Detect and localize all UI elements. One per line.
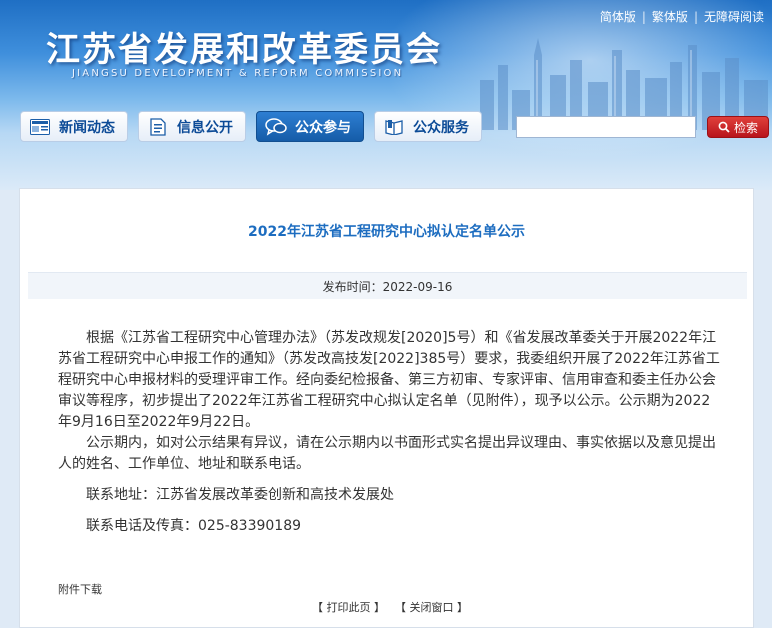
article-body: 根据《江苏省工程研究中心管理办法》（苏发改规发[2020]5号）和《省发展改革委… (58, 328, 722, 537)
traditional-chinese-link[interactable]: 繁体版 (652, 8, 688, 25)
publish-time: 发布时间：2022-09-16 (322, 279, 453, 294)
nav-item-label: 信息公开 (177, 119, 233, 136)
search-button-label: 检索 (733, 120, 758, 135)
divider: | (693, 9, 698, 24)
city-skyline-image (480, 38, 768, 130)
header-banner: 江苏省发展和改革委员会 JIANGSU DEVELOPMENT & REFORM… (0, 0, 772, 190)
site-title: 江苏省发展和改革委员会 (46, 30, 442, 70)
contact-address: 联系地址：江苏省发展改革委创新和高技术发展处 (86, 487, 394, 503)
nav-item-label: 新闻动态 (59, 119, 115, 136)
close-window-link[interactable]: 【 关闭窗口 】 (395, 599, 468, 615)
nav-item-public-service[interactable]: 公众服务 (374, 111, 482, 142)
nav-item-label: 公众参与 (295, 119, 351, 136)
simplified-chinese-link[interactable]: 简体版 (600, 8, 636, 25)
nav-item-label: 公众服务 (413, 119, 469, 136)
document-icon (147, 116, 169, 138)
nav-item-info-disclosure[interactable]: 信息公开 (138, 111, 246, 142)
search-icon (718, 121, 730, 133)
accessible-reading-link[interactable]: 无障碍阅读 (704, 8, 764, 25)
chat-icon (265, 116, 287, 138)
divider: | (641, 9, 646, 24)
article-title: 2022年江苏省工程研究中心拟认定名单公示 (248, 224, 525, 240)
nav-item-public-participation[interactable]: 公众参与 (256, 111, 364, 142)
newspaper-icon (29, 116, 51, 138)
page-actions: 【 打印此页 】 【 关闭窗口 】 (312, 599, 478, 615)
search-input[interactable] (516, 116, 696, 138)
book-icon (383, 116, 405, 138)
language-links: 简体版 | 繁体版 | 无障碍阅读 (600, 8, 764, 25)
publish-info-bar: 发布时间：2022-09-16 (28, 272, 747, 299)
site-subtitle: JIANGSU DEVELOPMENT & REFORM COMMISSION (72, 68, 404, 79)
nav-item-news[interactable]: 新闻动态 (20, 111, 128, 142)
article-paragraph: 公示期内，如对公示结果有异议，请在公示期内以书面形式实名提出异议理由、事实依据以… (58, 435, 716, 472)
contact-phone: 联系电话及传真：025-83390189 (86, 518, 302, 534)
attachment-download-label: 附件下载 (58, 583, 102, 596)
main-nav: 新闻动态 信息公开 公众参与 公众服务 (20, 111, 492, 142)
article-paragraph: 根据《江苏省工程研究中心管理办法》（苏发改规发[2020]5号）和《省发展改革委… (58, 330, 720, 430)
article-panel: 2022年江苏省工程研究中心拟认定名单公示 发布时间：2022-09-16 根据… (19, 188, 754, 628)
print-page-link[interactable]: 【 打印此页 】 (312, 599, 385, 615)
search-button[interactable]: 检索 (707, 116, 769, 138)
